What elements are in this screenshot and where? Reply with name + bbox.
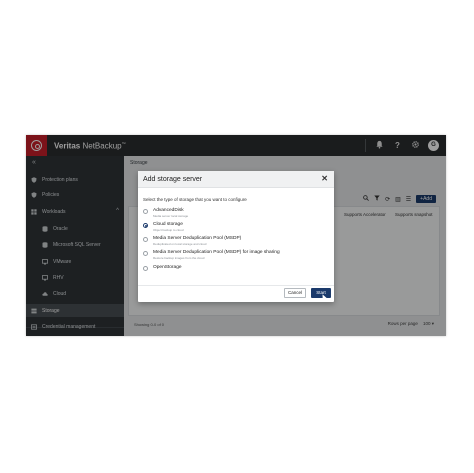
dialog-title: Add storage server [143,176,203,183]
option-msdp[interactable]: Media Server Deduplication Pool (MSDP) D… [143,236,328,248]
dialog-footer-divider [138,285,334,286]
option-label: Media Server Deduplication Pool (MSDP) [153,236,242,241]
netbackup-window: Veritas NetBackup™ ? G « Protection plan… [26,135,446,336]
dialog-prompt: Select the type of storage that you want… [143,197,247,202]
option-label: AdvancedDisk [153,208,184,213]
close-icon[interactable]: ✕ [321,174,328,183]
option-label: Media Server Deduplication Pool (MSDP) f… [153,250,280,255]
option-description: Restore backup images from the cloud [153,255,205,260]
option-cloud-storage[interactable]: Cloud storage Object backup to cloud [143,222,328,234]
option-label: Cloud storage [153,222,183,227]
add-storage-server-dialog: Add storage server ✕ Select the type of … [138,171,334,302]
radio-cloud-storage[interactable] [143,223,148,228]
option-description: Object backup to cloud [153,227,184,232]
cancel-button[interactable]: Cancel [284,288,306,298]
radio-advanceddisk[interactable] [143,209,148,214]
dialog-header: Add storage server ✕ [138,171,334,188]
radio-openstorage[interactable] [143,266,148,271]
option-openstorage[interactable]: OpenStorage [143,265,328,277]
option-description: Media server local storage [153,213,189,218]
option-advanceddisk[interactable]: AdvancedDisk Media server local storage [143,208,328,220]
option-description: Deduplicated on local storage and cloud [153,241,207,246]
radio-msdp[interactable] [143,237,148,242]
radio-msdp-image-sharing[interactable] [143,251,148,256]
option-msdp-image-sharing[interactable]: Media Server Deduplication Pool (MSDP) f… [143,250,328,262]
option-label: OpenStorage [153,265,182,270]
